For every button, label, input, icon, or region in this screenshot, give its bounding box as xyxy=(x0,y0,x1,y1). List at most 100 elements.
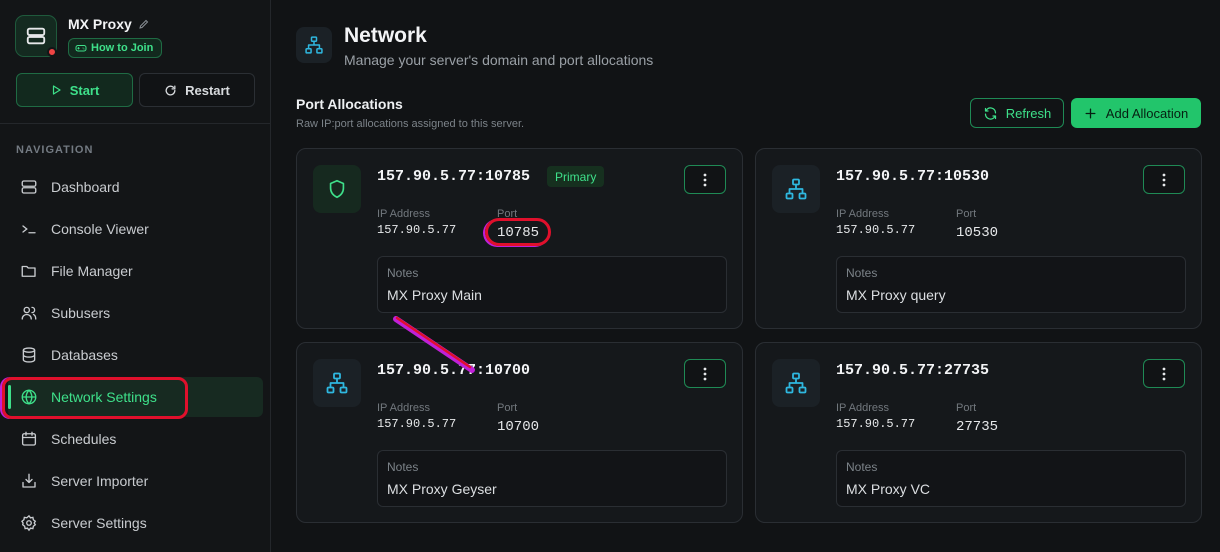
ip-address-value: 157.90.5.77 xyxy=(836,417,916,431)
sidebar-item-label: Schedules xyxy=(51,431,117,447)
notes-label: Notes xyxy=(846,460,878,474)
plus-icon xyxy=(1085,108,1096,118)
play-icon xyxy=(52,85,61,95)
notes-label: Notes xyxy=(387,266,419,280)
start-button[interactable]: Start xyxy=(16,73,133,107)
primary-badge: Primary xyxy=(547,166,605,187)
more-vertical-icon xyxy=(1162,173,1166,186)
server-icon xyxy=(20,178,38,196)
notes-field[interactable]: Notes MX Proxy VC xyxy=(836,450,1186,507)
sidebar-item-subusers[interactable]: Subusers xyxy=(8,293,263,333)
start-label: Start xyxy=(69,82,100,98)
database-icon xyxy=(20,346,38,364)
notes-field[interactable]: Notes MX Proxy Geyser xyxy=(377,450,727,507)
restart-label: Restart xyxy=(185,82,230,98)
notes-value: MX Proxy VC xyxy=(846,481,931,497)
add-allocation-button[interactable]: Add Allocation xyxy=(1071,98,1201,128)
sidebar-item-label: Server Settings xyxy=(51,515,147,531)
ip-address-label: IP Address xyxy=(377,402,430,414)
refresh-button[interactable]: Refresh xyxy=(970,98,1064,128)
port-value: 10785 xyxy=(497,225,540,241)
more-vertical-icon xyxy=(703,367,707,380)
ip-address-value: 157.90.5.77 xyxy=(377,223,457,237)
ip-address-label: IP Address xyxy=(377,208,430,220)
port-label: Port xyxy=(497,208,518,220)
section-subtitle: Raw IP:port allocations assigned to this… xyxy=(296,118,525,130)
ip-address-label: IP Address xyxy=(836,208,889,220)
shield-icon xyxy=(313,165,361,213)
notes-field[interactable]: Notes MX Proxy query xyxy=(836,256,1186,313)
sidebar-item-label: Network Settings xyxy=(51,389,157,405)
allocation-menu-button[interactable] xyxy=(684,165,726,194)
more-vertical-icon xyxy=(703,173,707,186)
status-offline-dot xyxy=(47,47,57,57)
server-name-text: MX Proxy xyxy=(68,16,132,32)
allocation-menu-button[interactable] xyxy=(1143,359,1185,388)
network-icon xyxy=(296,27,332,63)
allocation-address: 157.90.5.77:10785 xyxy=(377,168,531,185)
globe-icon xyxy=(20,388,38,406)
ip-address-value: 157.90.5.77 xyxy=(836,223,916,237)
sidebar-item-console-viewer[interactable]: Console Viewer xyxy=(8,209,263,249)
users-icon xyxy=(20,304,38,322)
sidebar-item-databases[interactable]: Databases xyxy=(8,335,263,375)
notes-label: Notes xyxy=(846,266,878,280)
allocation-menu-button[interactable] xyxy=(1143,165,1185,194)
allocation-card: 157.90.5.77:27735 IP Address Port 157.90… xyxy=(755,342,1202,523)
terminal-icon xyxy=(20,220,38,238)
port-label: Port xyxy=(956,402,977,414)
allocation-card: 157.90.5.77:10785 Primary IP Address Por… xyxy=(296,148,743,329)
allocation-address: 157.90.5.77:10530 xyxy=(836,168,990,185)
port-label: Port xyxy=(497,402,518,414)
server-name[interactable]: MX Proxy xyxy=(68,16,150,32)
gear-icon xyxy=(20,514,38,532)
sidebar-divider xyxy=(0,123,271,124)
ip-address-value: 157.90.5.77 xyxy=(377,417,457,431)
section-title: Port Allocations xyxy=(296,96,403,112)
notes-label: Notes xyxy=(387,460,419,474)
sidebar-item-server-importer[interactable]: Server Importer xyxy=(8,461,263,501)
sidebar-item-label: Dashboard xyxy=(51,179,120,195)
page-title: Network xyxy=(344,24,427,47)
port-value: 10700 xyxy=(497,419,540,435)
refresh-icon xyxy=(984,106,996,120)
network-icon xyxy=(313,359,361,407)
notes-field[interactable]: Notes MX Proxy Main xyxy=(377,256,727,313)
allocation-card: 157.90.5.77:10700 IP Address Port 157.90… xyxy=(296,342,743,523)
sidebar: MX Proxy How to Join Start Restart NAVIG… xyxy=(0,0,271,552)
allocation-menu-button[interactable] xyxy=(684,359,726,388)
sidebar-item-label: File Manager xyxy=(51,263,133,279)
server-header: MX Proxy How to Join xyxy=(15,15,260,59)
allocation-card: 157.90.5.77:10530 IP Address Port 157.90… xyxy=(755,148,1202,329)
sidebar-item-schedules[interactable]: Schedules xyxy=(8,419,263,459)
sidebar-item-label: Subusers xyxy=(51,305,111,321)
restart-icon xyxy=(165,85,176,95)
pencil-icon[interactable] xyxy=(138,18,150,30)
restart-button[interactable]: Restart xyxy=(139,73,255,107)
notes-value: MX Proxy Geyser xyxy=(387,481,497,497)
sidebar-item-label: Databases xyxy=(51,347,118,363)
how-to-join-button[interactable]: How to Join xyxy=(68,38,163,58)
server-icon xyxy=(26,27,46,45)
refresh-label: Refresh xyxy=(1005,105,1052,121)
notes-value: MX Proxy query xyxy=(846,287,946,303)
gamepad-icon xyxy=(75,45,87,52)
ip-address-label: IP Address xyxy=(836,402,889,414)
notes-value: MX Proxy Main xyxy=(387,287,482,303)
sidebar-item-file-manager[interactable]: File Manager xyxy=(8,251,263,291)
add-allocation-label: Add Allocation xyxy=(1105,105,1189,121)
calendar-icon xyxy=(20,430,38,448)
port-label: Port xyxy=(956,208,977,220)
folder-icon xyxy=(20,262,38,280)
allocation-address: 157.90.5.77:27735 xyxy=(836,362,990,379)
sidebar-item-network-settings[interactable]: Network Settings xyxy=(8,377,263,417)
nav-heading: NAVIGATION xyxy=(16,144,94,156)
page-subtitle: Manage your server's domain and port all… xyxy=(344,52,654,68)
sidebar-item-server-settings[interactable]: Server Settings xyxy=(8,503,263,543)
sidebar-item-dashboard[interactable]: Dashboard xyxy=(8,167,263,207)
import-icon xyxy=(20,472,38,490)
more-vertical-icon xyxy=(1162,367,1166,380)
port-value: 27735 xyxy=(956,419,999,435)
how-to-join-label: How to Join xyxy=(91,42,154,54)
sidebar-item-label: Console Viewer xyxy=(51,221,149,237)
